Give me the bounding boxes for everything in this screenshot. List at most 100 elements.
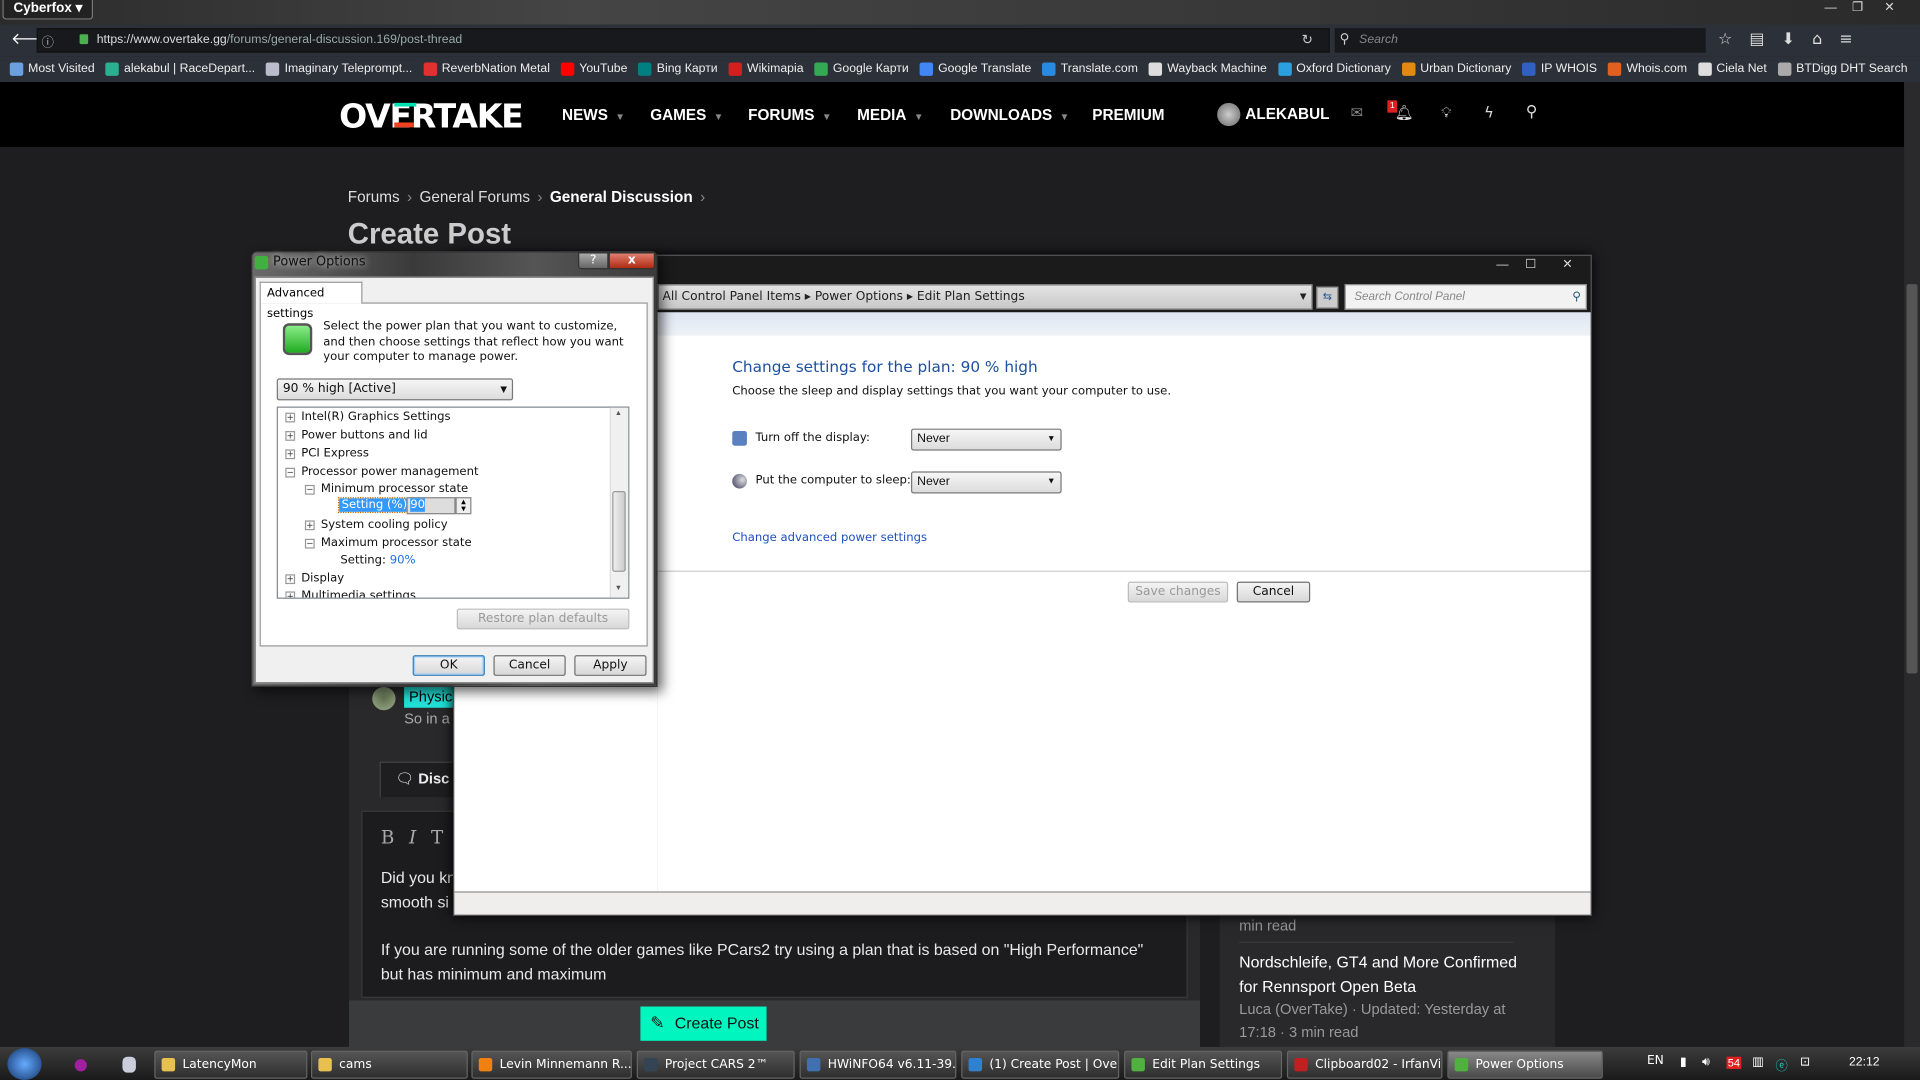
cancel-button[interactable]: Cancel: [493, 655, 566, 676]
taskbar-item[interactable]: Clipboard02 - IrfanVi...: [1286, 1050, 1443, 1079]
bookmark-item[interactable]: Ciela Net: [1698, 62, 1767, 76]
bookmark-item[interactable]: Google Translate: [919, 62, 1031, 76]
start-button[interactable]: [7, 1048, 42, 1080]
bookmark-item[interactable]: alekabul | RaceDepart...: [105, 62, 255, 76]
lightbulb-icon[interactable]: 💡︎: [1441, 104, 1451, 122]
language-indicator[interactable]: EN: [1647, 1054, 1664, 1067]
breadcrumb-general-forums[interactable]: General Forums: [419, 189, 530, 206]
tree-scrollbar-thumb[interactable]: [612, 491, 626, 572]
nav-downloads[interactable]: DOWNLOADS ▼: [950, 107, 1069, 124]
bookmark-item[interactable]: ReverbNation Metal: [423, 62, 550, 76]
scrollbar-thumb[interactable]: [1906, 284, 1918, 674]
bookmark-item[interactable]: Urban Dictionary: [1401, 62, 1511, 76]
bold-button[interactable]: B: [381, 827, 409, 849]
bookmark-item[interactable]: BTDigg DHT Search: [1777, 62, 1908, 76]
download-icon[interactable]: ⬇: [1782, 31, 1812, 49]
max-setting[interactable]: Setting: 90%: [340, 553, 415, 566]
nav-news[interactable]: NEWS ▼: [562, 107, 625, 124]
tray-badge[interactable]: 54: [1726, 1056, 1742, 1069]
tree-item[interactable]: + Multimedia settings: [285, 589, 416, 598]
spinner-buttons[interactable]: ▲ ▼: [455, 497, 472, 515]
display-timeout-select[interactable]: Never ▼: [911, 428, 1062, 451]
bookmark-item[interactable]: Google Карти: [814, 62, 909, 76]
media-player-icon[interactable]: [74, 1059, 87, 1072]
mail-icon[interactable]: ✉: [1351, 104, 1363, 121]
apply-button[interactable]: Apply: [574, 655, 647, 676]
tree-item[interactable]: + Power buttons and lid: [285, 429, 428, 442]
star-icon[interactable]: ☆: [1718, 31, 1749, 49]
min-setting-label[interactable]: Setting (%):: [337, 497, 415, 514]
tree-item[interactable]: − Processor power management: [285, 465, 479, 479]
breadcrumb-forums[interactable]: Forums: [348, 189, 400, 206]
address-segment[interactable]: Power Options: [815, 290, 903, 303]
taskbar-item[interactable]: LatencyMon: [154, 1050, 308, 1079]
article-title[interactable]: Nordschleife, GT4 and More Confirmed for…: [1239, 950, 1533, 999]
chevron-down-icon[interactable]: ▼: [1300, 285, 1307, 308]
site-logo[interactable]: OVERTAKE: [339, 98, 524, 136]
bookmark-item[interactable]: YouTube: [560, 62, 627, 76]
ok-button[interactable]: OK: [412, 655, 485, 676]
advanced-settings-link[interactable]: Change advanced power settings: [732, 531, 927, 544]
address-segment[interactable]: All Control Panel Items: [662, 290, 800, 303]
taskbar-item[interactable]: (1) Create Post | Over...: [961, 1050, 1120, 1079]
search-icon[interactable]: ⚲: [1526, 103, 1538, 121]
refresh-icon[interactable]: ⇆: [1316, 286, 1339, 309]
bookmark-item[interactable]: Wikimapia: [728, 62, 804, 76]
taskbar-item[interactable]: Levin Minnemann R...: [471, 1050, 632, 1079]
home-icon[interactable]: ⌂: [1812, 31, 1839, 49]
cp-close-button[interactable]: ✕: [1554, 257, 1581, 274]
taskbar-item[interactable]: Edit Plan Settings: [1124, 1050, 1283, 1079]
cp-address-bar[interactable]: All Control Panel Items ▸ Power Options …: [657, 284, 1313, 310]
cp-minimize-button[interactable]: —: [1489, 257, 1516, 274]
nav-media[interactable]: MEDIA ▼: [857, 107, 923, 124]
volume-icon[interactable]: 🔊︎: [1702, 1056, 1710, 1069]
bookmark-item[interactable]: Most Visited: [9, 62, 95, 76]
tree-item[interactable]: + PCI Express: [285, 447, 369, 460]
taskbar-item[interactable]: cams: [311, 1050, 468, 1079]
clock[interactable]: 22:12: [1849, 1056, 1880, 1069]
create-post-button[interactable]: ✎ Create Post: [640, 1006, 767, 1041]
tree-item[interactable]: + System cooling policy: [304, 518, 448, 531]
hwinfo-tray-icon[interactable]: ▥: [1752, 1056, 1764, 1069]
browser-tray-icon[interactable]: ⓔ: [1776, 1056, 1788, 1073]
url-bar[interactable]: https://www.overtake.gg/forums/general-d…: [36, 28, 1330, 53]
close-button[interactable]: ✕: [1876, 0, 1903, 17]
min-processor-input[interactable]: 90: [406, 497, 456, 515]
tree-item[interactable]: − Minimum processor state: [304, 482, 468, 496]
app-menu-button[interactable]: Cyberfox ▾: [2, 0, 94, 20]
nav-premium[interactable]: PREMIUM: [1092, 107, 1164, 124]
cp-search-input[interactable]: Search Control Panel ⚲: [1344, 284, 1587, 310]
tab-advanced-settings[interactable]: Advanced settings: [259, 281, 363, 321]
taskbar-item[interactable]: Power Options: [1447, 1050, 1603, 1079]
search-input[interactable]: Search: [1334, 28, 1706, 53]
bookmark-item[interactable]: Whois.com: [1608, 62, 1687, 76]
tree-item[interactable]: − Maximum processor state: [304, 536, 472, 550]
restore-defaults-button[interactable]: Restore plan defaults: [456, 608, 630, 630]
close-button[interactable]: x: [608, 252, 656, 270]
scroll-down-arrow[interactable]: ▼: [615, 585, 622, 592]
bookmark-item[interactable]: IP WHOIS: [1522, 62, 1597, 76]
bookmark-item[interactable]: Bing Карти: [638, 62, 718, 76]
bookmark-item[interactable]: Wayback Machine: [1148, 62, 1267, 76]
lightning-icon[interactable]: ϟ: [1484, 104, 1494, 121]
network-icon[interactable]: ▮: [1680, 1056, 1687, 1069]
tree-item[interactable]: + Intel(R) Graphics Settings: [285, 410, 451, 424]
menu-icon[interactable]: ≡: [1839, 31, 1869, 49]
nav-games[interactable]: GAMES ▼: [650, 107, 723, 124]
taskbar-item[interactable]: Project CARS 2™: [636, 1050, 795, 1079]
cp-maximize-button[interactable]: ☐: [1517, 257, 1544, 274]
tree-item[interactable]: + Display: [285, 572, 344, 585]
reading-list-icon[interactable]: ▤: [1749, 31, 1781, 49]
breadcrumb-general-discussion[interactable]: General Discussion: [550, 189, 693, 206]
minimize-button[interactable]: —: [1817, 0, 1844, 17]
reload-icon[interactable]: ↻: [1302, 32, 1313, 48]
app-pin-icon[interactable]: [122, 1056, 136, 1073]
bookmark-item[interactable]: Oxford Dictionary: [1277, 62, 1391, 76]
connection-icon[interactable]: ⊡: [1800, 1056, 1810, 1069]
sleep-timeout-select[interactable]: Never ▼: [911, 471, 1062, 494]
bookmark-item[interactable]: Translate.com: [1042, 62, 1138, 76]
plan-select[interactable]: 90 % high [Active] ▼: [276, 378, 514, 401]
username[interactable]: ALEKABUL: [1245, 105, 1329, 122]
scroll-up-arrow[interactable]: ▲: [615, 410, 622, 417]
taskbar-item[interactable]: HWiNFO64 v6.11-39...: [799, 1050, 957, 1079]
